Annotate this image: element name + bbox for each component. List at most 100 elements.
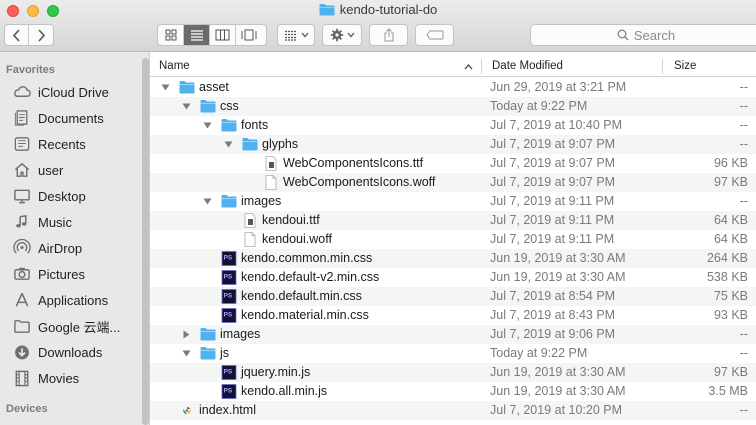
gallery-view-button[interactable]: [236, 25, 262, 45]
file-size: 97 KB: [713, 365, 748, 379]
icon-view-button[interactable]: [158, 25, 184, 45]
download-icon: [12, 343, 32, 361]
file-name: kendo.material.min.css: [241, 308, 369, 322]
file-date-modified: Jun 19, 2019 at 3:30 AM: [490, 270, 626, 284]
column-view-button[interactable]: [210, 25, 236, 45]
svg-text:PS: PS: [224, 255, 233, 262]
file-date-modified: Jun 29, 2019 at 3:21 PM: [490, 80, 627, 94]
column-header: Name Date Modified Size: [150, 56, 756, 77]
sidebar-item[interactable]: Recents: [12, 133, 138, 155]
group-by-button[interactable]: [277, 24, 315, 46]
file-row[interactable]: images Jul 7, 2019 at 9:06 PM --: [150, 325, 756, 344]
list-view-button[interactable]: [184, 25, 210, 45]
column-name-header[interactable]: Name: [159, 56, 190, 77]
svg-text:PS: PS: [224, 274, 233, 281]
sidebar-item-label: Desktop: [38, 188, 86, 204]
font-file-icon: [263, 156, 279, 171]
file-row[interactable]: index.html Jul 7, 2019 at 10:20 PM --: [150, 401, 756, 420]
folder-icon: [221, 194, 237, 209]
column-divider[interactable]: [481, 59, 482, 74]
file-row[interactable]: kendoui.woff Jul 7, 2019 at 9:11 PM 64 KB: [150, 230, 756, 249]
file-row[interactable]: PS kendo.common.min.css Jun 19, 2019 at 3:…: [150, 249, 756, 268]
file-size: --: [739, 99, 748, 113]
home-icon: [12, 161, 32, 179]
file-date-modified: Jul 7, 2019 at 9:06 PM: [490, 327, 616, 341]
file-row[interactable]: css Today at 9:22 PM --: [150, 97, 756, 116]
font-file-icon: [242, 213, 258, 228]
svg-text:PS: PS: [224, 312, 233, 319]
file-row[interactable]: js Today at 9:22 PM --: [150, 344, 756, 363]
file-row[interactable]: PS jquery.min.js Jun 19, 2019 at 3:30 AM 97…: [150, 363, 756, 382]
sidebar-item-label: iCloud Drive: [38, 84, 109, 100]
folder-icon: [179, 80, 195, 95]
file-name: kendoui.woff: [262, 232, 332, 246]
file-date-modified: Jun 19, 2019 at 3:30 AM: [490, 251, 626, 265]
applications-icon: [12, 291, 32, 309]
sidebar-item-label: Applications: [38, 292, 109, 308]
file-name: js: [220, 346, 230, 360]
sidebar-item[interactable]: Music: [12, 211, 138, 233]
file-row[interactable]: WebComponentsIcons.woff Jul 7, 2019 at 9:…: [150, 173, 756, 192]
gear-icon: [330, 28, 343, 42]
file-name: kendo.all.min.js: [241, 384, 328, 398]
view-mode-control: [157, 24, 267, 46]
back-button[interactable]: [5, 25, 30, 45]
file-row[interactable]: WebComponentsIcons.ttf Jul 7, 2019 at 9:0…: [150, 154, 756, 173]
file-name: index.html: [199, 403, 256, 417]
sidebar-item[interactable]: Movies: [12, 367, 138, 389]
share-button[interactable]: [369, 24, 408, 46]
sidebar-item[interactable]: AirDrop: [12, 237, 138, 259]
disclosure-closed-icon[interactable]: [181, 325, 191, 344]
file-size: 538 KB: [706, 270, 748, 284]
disclosure-open-icon[interactable]: [202, 192, 212, 211]
file-size: --: [739, 346, 748, 360]
chevron-left-icon: [12, 28, 20, 42]
file-size: 3.5 MB: [708, 384, 748, 398]
disclosure-open-icon[interactable]: [160, 78, 170, 97]
photoshop-file-icon: PS: [221, 270, 237, 285]
file-row[interactable]: asset Jun 29, 2019 at 3:21 PM --: [150, 78, 756, 97]
sidebar-item[interactable]: user: [12, 159, 138, 181]
file-row[interactable]: kendoui.ttf Jul 7, 2019 at 9:11 PM 64 KB: [150, 211, 756, 230]
file-row[interactable]: fonts Jul 7, 2019 at 10:40 PM --: [150, 116, 756, 135]
file-size: 64 KB: [713, 232, 748, 246]
search-icon: [617, 29, 629, 41]
file-date-modified: Jul 7, 2019 at 10:20 PM: [490, 403, 623, 417]
file-row[interactable]: glyphs Jul 7, 2019 at 9:07 PM --: [150, 135, 756, 154]
column-size-header[interactable]: Size: [674, 56, 696, 77]
sidebar-item[interactable]: iCloud Drive: [12, 81, 138, 103]
file-name: jquery.min.js: [241, 365, 311, 379]
column-divider[interactable]: [662, 59, 663, 74]
document-icon: [263, 175, 279, 190]
sidebar-item[interactable]: Downloads: [12, 341, 138, 363]
share-icon: [384, 28, 393, 42]
sidebar-scrollbar[interactable]: [142, 58, 149, 425]
file-date-modified: Jul 7, 2019 at 10:40 PM: [490, 118, 623, 132]
action-menu-button[interactable]: [322, 24, 362, 46]
disclosure-open-icon[interactable]: [223, 135, 233, 154]
sidebar-item-label: user: [38, 162, 64, 178]
edit-tags-button[interactable]: [415, 24, 454, 46]
sidebar-item[interactable]: Documents: [12, 107, 138, 129]
sidebar-item[interactable]: Pictures: [12, 263, 138, 285]
file-date-modified: Jun 19, 2019 at 3:30 AM: [490, 365, 626, 379]
disclosure-open-icon[interactable]: [202, 116, 212, 135]
sidebar-item[interactable]: Desktop: [12, 185, 138, 207]
search-field[interactable]: Search: [530, 24, 756, 46]
sidebar-item[interactable]: Google 云端...: [12, 315, 138, 337]
file-row[interactable]: PS kendo.material.min.css Jul 7, 2019 at 8…: [150, 306, 756, 325]
file-name: css: [220, 99, 239, 113]
file-size: 93 KB: [713, 308, 748, 322]
sidebar-item-label: Documents: [38, 110, 104, 126]
forward-button[interactable]: [29, 25, 53, 45]
disclosure-open-icon[interactable]: [181, 344, 191, 363]
file-date-modified: Jul 7, 2019 at 9:11 PM: [490, 232, 615, 246]
file-row[interactable]: PS kendo.default-v2.min.css Jun 19, 2019 a…: [150, 268, 756, 287]
file-row[interactable]: images Jul 7, 2019 at 9:11 PM --: [150, 192, 756, 211]
folder-icon: [200, 99, 216, 114]
column-date-header[interactable]: Date Modified: [492, 56, 563, 77]
disclosure-open-icon[interactable]: [181, 97, 191, 116]
file-row[interactable]: PS kendo.default.min.css Jul 7, 2019 at 8:…: [150, 287, 756, 306]
sidebar-item[interactable]: Applications: [12, 289, 138, 311]
file-row[interactable]: PS kendo.all.min.js Jun 19, 2019 at 3:30 A…: [150, 382, 756, 401]
